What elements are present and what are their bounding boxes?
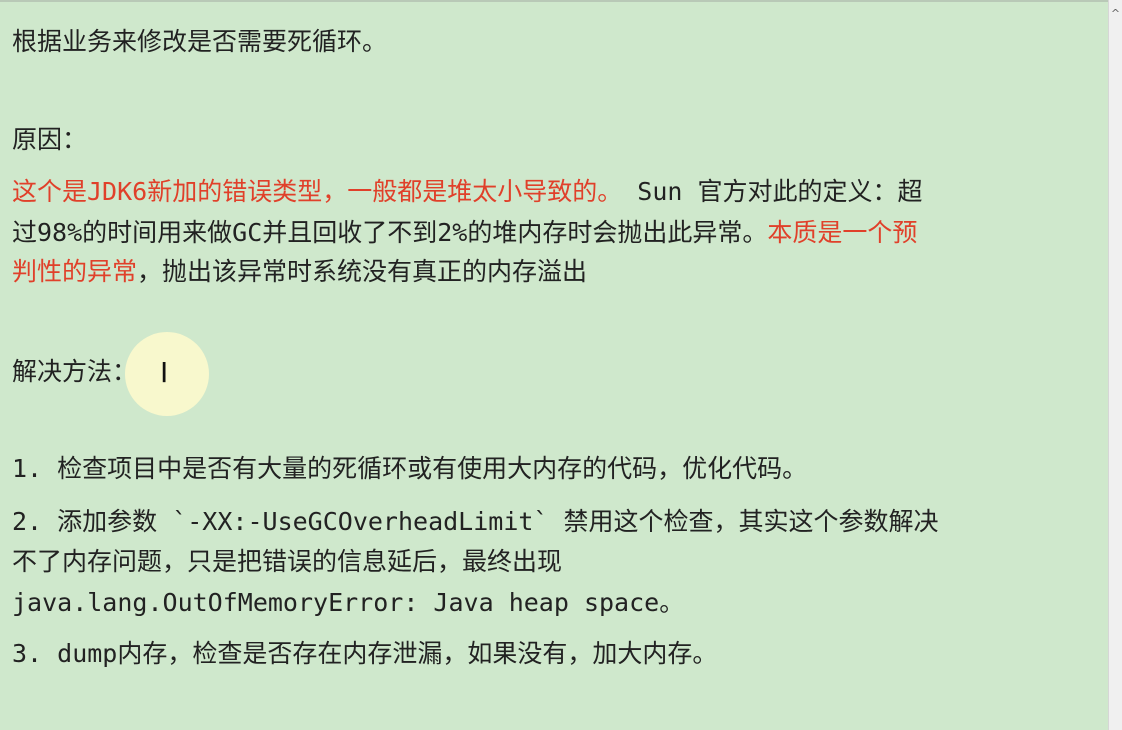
reason-text-1: Sun 官方对此的定义：超 <box>637 177 923 206</box>
solution-heading: 解决方法： <box>12 357 138 386</box>
reason-line-3: 判性的异常，抛出该异常时系统没有真正的内存溢出 <box>12 252 587 292</box>
text-editor-area[interactable]: 根据业务来修改是否需要死循环。 原因： 这个是JDK6新加的错误类型，一般都是堆… <box>0 0 1108 730</box>
reason-heading: 原因： <box>12 125 88 154</box>
reason-red-text-1: 这个是JDK6新加的错误类型，一般都是堆太小导致的。 <box>12 177 623 206</box>
reason-line-1: 这个是JDK6新加的错误类型，一般都是堆太小导致的。 Sun 官方对此的定义：超 <box>12 172 923 212</box>
reason-red-text-2: 本质是一个预 <box>767 218 918 247</box>
solution-item-2-cont: 不了内存问题，只是把错误的信息延后，最终出现 <box>12 547 563 576</box>
reason-red-text-3: 判性的异常 <box>12 257 138 286</box>
text-line-1: 根据业务来修改是否需要死循环。 <box>12 27 388 56</box>
reason-text-3: ，抛出该异常时系统没有真正的内存溢出 <box>137 257 588 286</box>
reason-line-2: 过98%的时间用来做GC并且回收了不到2%的堆内存时会抛出此异常。本质是一个预 <box>12 213 917 253</box>
vertical-scrollbar[interactable]: ^ <box>1108 0 1122 730</box>
solution-item-3: 3. dump内存，检查是否存在内存泄漏，如果没有，加大内存。 <box>12 639 718 668</box>
solution-item-1: 1. 检查项目中是否有大量的死循环或有使用大内存的代码，优化代码。 <box>12 454 808 483</box>
solution-item-2-code: java.lang.OutOfMemoryError: Java heap sp… <box>12 588 685 617</box>
solution-item-2: 2. 添加参数 `-XX:-UseGCOverheadLimit` 禁用这个检查… <box>12 507 939 536</box>
scroll-up-arrow-icon[interactable]: ^ <box>1109 8 1122 20</box>
text-cursor-icon: I <box>160 356 169 389</box>
reason-text-2: 过98%的时间用来做GC并且回收了不到2%的堆内存时会抛出此异常。 <box>12 218 768 247</box>
